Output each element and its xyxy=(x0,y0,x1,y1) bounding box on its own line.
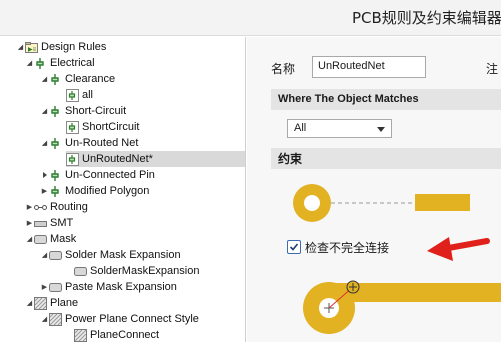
tree-item-label: Electrical xyxy=(50,57,95,69)
window-title: PCB规则及约束编辑器 xyxy=(352,9,501,27)
plane-icon xyxy=(74,328,87,342)
expand-arrow-icon[interactable]: ◢ xyxy=(40,71,49,87)
electrical-icon xyxy=(49,105,62,118)
tree-item-label: Un-Connected Pin xyxy=(65,169,155,181)
tree-item-label: Short-Circuit xyxy=(65,105,127,117)
tree-item-label: Plane xyxy=(50,297,79,309)
tree-item-label: Clearance xyxy=(65,73,116,85)
tree-item-mask[interactable]: ◢ Mask xyxy=(25,231,76,247)
track-segment xyxy=(337,283,501,302)
mask-icon xyxy=(49,249,62,262)
mask-icon xyxy=(74,265,87,278)
expand-arrow-icon[interactable]: ◢ xyxy=(40,247,49,263)
mask-icon xyxy=(49,281,62,294)
tree-item-label: Power Plane Connect Style xyxy=(65,313,199,325)
tree-item-short-circuit[interactable]: ◢ Short-Circuit xyxy=(40,103,126,119)
tree-item-label: PlaneConnect xyxy=(90,329,160,341)
electrical-icon xyxy=(49,137,62,150)
connection-diagram xyxy=(303,280,501,334)
title-bar: PCB规则及约束编辑器 xyxy=(0,0,501,36)
expand-arrow-icon[interactable]: ◢ xyxy=(25,231,34,247)
expand-arrow-icon[interactable]: ◢ xyxy=(16,39,25,55)
tree-item-label: Design Rules xyxy=(41,41,107,53)
tree-item-modified-polygon[interactable]: ▶ Modified Polygon xyxy=(40,183,150,199)
expand-arrow-icon[interactable]: ▶ xyxy=(25,199,34,215)
expand-arrow-icon[interactable]: ◢ xyxy=(40,135,49,151)
rules-tree[interactable]: ◢ ▶≡ Design Rules ◢ Electrical ◢ Clearan… xyxy=(0,37,246,342)
expand-arrow-icon[interactable]: ◢ xyxy=(25,55,34,71)
tree-item-label: Un-Routed Net xyxy=(65,137,139,149)
plane-icon xyxy=(34,296,47,310)
routing-icon xyxy=(34,201,47,214)
tree-item-paste-mask-expansion[interactable]: ▶ Paste Mask Expansion xyxy=(40,279,177,295)
mask-icon xyxy=(34,233,47,246)
tree-item-label: Mask xyxy=(50,233,77,245)
tree-item-label: SolderMaskExpansion xyxy=(90,265,200,277)
tree-item-design-rules[interactable]: ◢ ▶≡ Design Rules xyxy=(16,39,107,55)
tree-item-label: SMT xyxy=(50,217,74,229)
expand-arrow-icon[interactable]: ◢ xyxy=(25,295,34,311)
electrical-icon xyxy=(49,185,62,198)
tree-item-label: UnRoutedNet* xyxy=(82,153,153,165)
electrical-icon xyxy=(49,169,62,182)
tree-item-routing[interactable]: ▶ Routing xyxy=(25,199,88,215)
tree-item-label: ShortCircuit xyxy=(82,121,140,133)
collapsed-arrow-icon[interactable] xyxy=(43,172,47,178)
tree-item-all[interactable]: all xyxy=(66,87,93,103)
smt-icon xyxy=(34,217,47,230)
plane-icon xyxy=(49,312,62,326)
svg-text:▶≡: ▶≡ xyxy=(28,47,37,53)
expand-arrow-icon[interactable]: ▶ xyxy=(25,215,34,231)
tree-item-label: Paste Mask Expansion xyxy=(65,281,177,293)
electrical-rule-icon xyxy=(66,88,79,102)
tree-item-smt[interactable]: ▶ SMT xyxy=(25,215,73,231)
tree-item-label: Solder Mask Expansion xyxy=(65,249,181,261)
tree-item-un-routed-net[interactable]: ◢ Un-Routed Net xyxy=(40,135,139,151)
tree-item-un-connected-pin[interactable]: Un-Connected Pin xyxy=(40,167,155,183)
tree-item-plane[interactable]: ◢ Plane xyxy=(25,295,78,311)
expand-arrow-icon[interactable]: ◢ xyxy=(40,103,49,119)
tree-item-electrical[interactable]: ◢ Electrical xyxy=(25,55,95,71)
rule-editor-panel: 名称 UnRoutedNet 注 Where The Object Matche… xyxy=(247,37,501,342)
tree-item-clearance[interactable]: ◢ Clearance xyxy=(40,71,115,87)
electrical-rule-icon xyxy=(66,120,79,134)
tree-item-solder-mask-expansion[interactable]: ◢ Solder Mask Expansion xyxy=(40,247,181,263)
tree-item-label: all xyxy=(82,89,94,101)
rules-folder-icon: ▶≡ xyxy=(25,41,38,54)
tree-item-power-plane-connect-style[interactable]: ◢ Power Plane Connect Style xyxy=(40,311,199,327)
electrical-icon xyxy=(34,57,47,70)
tree-item-planeconnect-rule[interactable]: PlaneConnect xyxy=(74,327,159,342)
tree-item-unroutednet-selected[interactable]: UnRoutedNet* xyxy=(66,151,245,167)
tree-item-label: Modified Polygon xyxy=(65,185,150,197)
electrical-icon xyxy=(49,73,62,86)
expand-arrow-icon[interactable]: ▶ xyxy=(40,183,49,199)
electrical-rule-icon xyxy=(66,152,79,166)
expand-arrow-icon[interactable]: ▶ xyxy=(40,279,49,295)
tree-item-shortcircuit-rule[interactable]: ShortCircuit xyxy=(66,119,139,135)
expand-arrow-icon[interactable]: ◢ xyxy=(40,311,49,327)
tree-item-label: Routing xyxy=(50,201,88,213)
tree-item-soldermaskexpansion-rule[interactable]: SolderMaskExpansion xyxy=(74,263,199,279)
